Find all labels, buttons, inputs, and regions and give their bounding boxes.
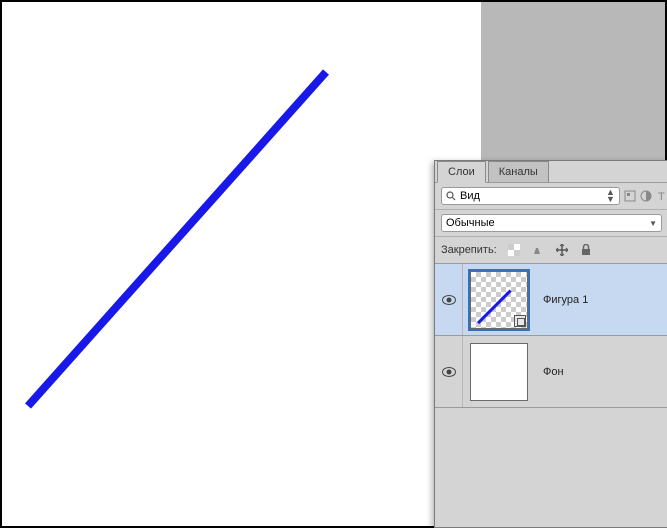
lock-position-icon[interactable] [553, 241, 571, 259]
layer-row[interactable]: Фон [435, 336, 667, 408]
vector-mask-badge-icon [514, 315, 526, 327]
layers-panel: Слои Каналы ▲▼ T Обычные ▼ Закрепить: [434, 160, 667, 528]
filter-adjust-icon[interactable] [640, 187, 652, 205]
shape-line[interactable] [28, 72, 326, 406]
layer-thumbnail[interactable] [470, 343, 528, 401]
blend-mode-select[interactable]: Обычные ▼ [441, 214, 662, 232]
blend-row: Обычные ▼ [435, 210, 667, 237]
filter-input[interactable] [460, 190, 602, 202]
tab-layers[interactable]: Слои [437, 161, 486, 183]
chevron-down-icon: ▼ [649, 219, 657, 228]
lock-all-icon[interactable] [577, 241, 595, 259]
lock-paint-icon[interactable] [529, 241, 547, 259]
filter-pixel-icon[interactable] [624, 187, 636, 205]
visibility-eye-icon[interactable] [442, 367, 456, 377]
layer-thumbnail[interactable] [470, 271, 528, 329]
lock-label: Закрепить: [441, 244, 497, 256]
lock-transparency-icon[interactable] [505, 241, 523, 259]
filter-row: ▲▼ T [435, 183, 667, 210]
blend-mode-label: Обычные [446, 217, 495, 229]
layer-name[interactable]: Фон [535, 366, 667, 378]
layer-name[interactable]: Фигура 1 [535, 294, 667, 306]
layer-row[interactable]: Фигура 1 [435, 264, 667, 336]
tab-channels[interactable]: Каналы [488, 161, 549, 182]
layers-list: Фигура 1 Фон [435, 264, 667, 408]
stepper-arrows-icon: ▲▼ [606, 189, 615, 203]
panel-tabs: Слои Каналы [435, 161, 667, 183]
lock-row: Закрепить: [435, 237, 667, 264]
visibility-eye-icon[interactable] [442, 295, 456, 305]
search-icon [446, 191, 456, 201]
filter-type-icon[interactable]: T [656, 187, 667, 205]
canvas[interactable] [2, 2, 481, 526]
thumbnail-line-icon [477, 289, 512, 324]
layer-filter-select[interactable]: ▲▼ [441, 187, 620, 205]
svg-text:T: T [658, 191, 665, 202]
